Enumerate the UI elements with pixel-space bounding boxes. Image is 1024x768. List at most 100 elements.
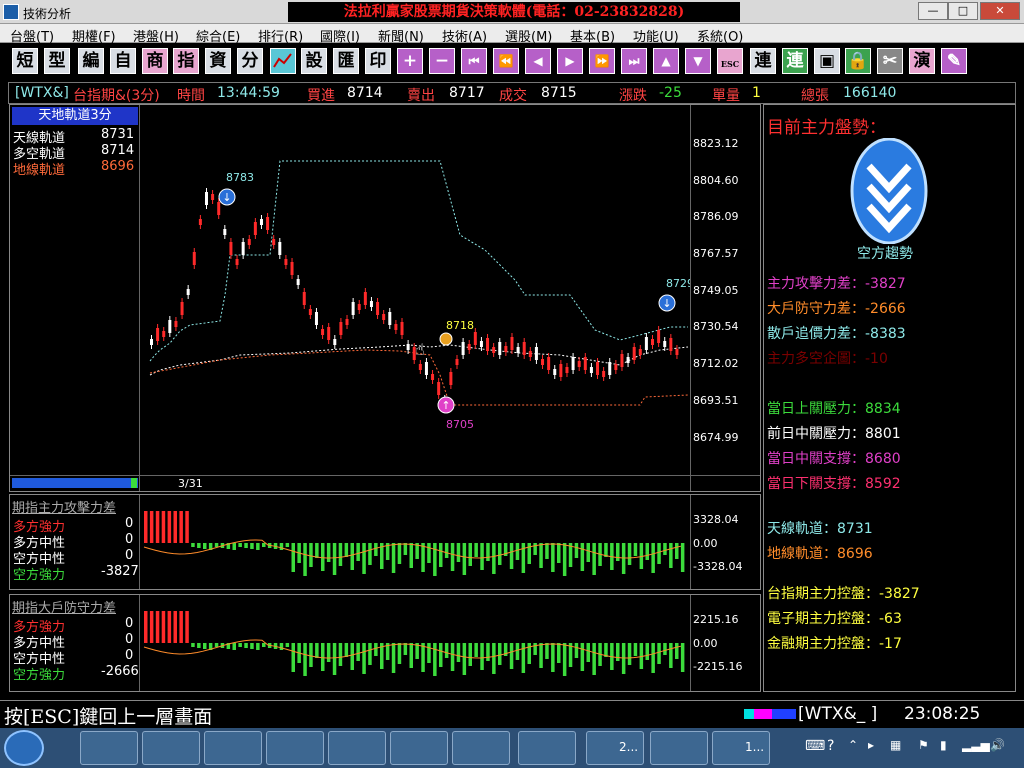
volume-icon[interactable]: 🔊 <box>990 738 1005 752</box>
taskbar-chart-icon[interactable] <box>204 731 262 765</box>
network-icon[interactable]: ▮ <box>940 738 947 752</box>
histogram-bar <box>179 511 183 543</box>
candle-body <box>223 229 227 235</box>
chart-icon[interactable] <box>270 48 296 74</box>
histogram-bar <box>574 643 579 658</box>
histogram-bar <box>616 643 620 661</box>
candle-body <box>363 292 367 305</box>
histogram-bar <box>303 543 307 576</box>
taskbar-chart-icon[interactable] <box>328 731 386 765</box>
main-chart-panel[interactable]: 天地軌道3分 天線軌道 8731 多空軌道 8714 地線軌道 8696 3/31 8… <box>9 104 761 492</box>
close-button[interactable]: ✕ <box>980 2 1020 20</box>
candle-body <box>406 344 410 350</box>
histogram-bar <box>332 643 337 675</box>
track-ground: 地線軌道：8696 <box>767 546 873 562</box>
histogram-bar <box>179 611 183 643</box>
histogram-bar <box>326 543 331 562</box>
candle-body <box>589 367 593 373</box>
toolbar-settings-button[interactable]: 設 <box>301 48 327 74</box>
candlestick-plot[interactable]: ↓ 8783 ↓ 8729 8718 ↑ 8705 ☝ <box>140 105 690 475</box>
candle-body <box>339 322 343 335</box>
candle-body <box>156 328 160 341</box>
taskbar-window-item[interactable]: 2... <box>586 731 644 765</box>
prev-icon[interactable]: ◀ <box>525 48 551 74</box>
toolbar-indicator-button[interactable]: 指 <box>173 48 199 74</box>
taskbar-window-item[interactable]: 1... <box>712 731 770 765</box>
taskbar-folder-icon[interactable] <box>518 731 576 765</box>
toolbar-demo-button[interactable]: 演 <box>909 48 935 74</box>
candle-body <box>162 331 166 337</box>
toolbar-link-button[interactable]: 連 <box>750 48 776 74</box>
esc-button[interactable]: ESC <box>717 48 743 74</box>
help-icon[interactable]: ? <box>827 738 834 754</box>
toolbar-export-button[interactable]: 匯 <box>333 48 359 74</box>
minus-icon[interactable]: − <box>429 48 455 74</box>
maximize-button[interactable]: □ <box>948 2 978 20</box>
plus-icon[interactable]: + <box>397 48 423 74</box>
scroll-thumb[interactable] <box>131 478 137 488</box>
toolbar-split-button[interactable]: 分 <box>237 48 263 74</box>
histogram-bar <box>191 543 195 547</box>
title-bar: 技術分析 法拉利贏家股票期貨決策軟體(電話：02-23832828) — □ ✕ <box>0 0 1024 24</box>
lock-icon[interactable]: 🔒 <box>845 48 871 74</box>
attack-indicator-panel[interactable]: 期指主力攻擊力差 多方強力 0 多方中性 0 空方中性 0 空方強力 -3827 332… <box>9 494 761 590</box>
fast-forward-icon[interactable]: ⏩ <box>589 48 615 74</box>
histogram-bar <box>421 543 425 572</box>
window-icon[interactable]: ▣ <box>814 48 840 74</box>
windows-flag-icon[interactable]: ▦ <box>890 738 901 752</box>
edit-icon[interactable]: ✎ <box>941 48 967 74</box>
toolbar-short-button[interactable]: 短 <box>12 48 38 74</box>
toolbar-print-button[interactable]: 印 <box>365 48 391 74</box>
axis-tick: 8730.54 <box>693 320 739 333</box>
histogram-bar <box>256 643 260 650</box>
candle-body <box>369 301 373 307</box>
toolbar-edit-button[interactable]: 編 <box>78 48 104 74</box>
axis-tick: 8674.99 <box>693 431 739 444</box>
candle-body <box>675 349 679 355</box>
histogram-bar <box>486 643 490 661</box>
up-icon[interactable]: ▲ <box>653 48 679 74</box>
signal-icon[interactable]: ▂▃▅ <box>962 738 990 752</box>
candle-body <box>376 302 380 315</box>
axis-tick: 8804.60 <box>693 174 739 187</box>
taskbar-chart-icon[interactable] <box>266 731 324 765</box>
attack-histogram <box>143 511 685 576</box>
chevron-up-icon[interactable]: ⌃ <box>848 738 858 752</box>
taskbar-chart-icon[interactable] <box>452 731 510 765</box>
toolbar-link-button-2[interactable]: 連 <box>782 48 808 74</box>
defense-row-bear-strong: 空方強力 -2666 <box>13 664 139 683</box>
candle-body <box>290 262 294 275</box>
marker-mid-icon[interactable] <box>439 332 453 346</box>
histogram-bar <box>433 643 437 676</box>
candle-body <box>626 357 630 363</box>
taskbar-window-icon[interactable] <box>650 731 708 765</box>
next-icon[interactable]: ▶ <box>557 48 583 74</box>
arrow-icon[interactable]: ▸ <box>868 738 874 752</box>
toolbar-product-button[interactable]: 商 <box>142 48 168 74</box>
candle-body <box>327 327 331 340</box>
toolbar-data-button[interactable]: 資 <box>205 48 231 74</box>
taskbar-chart-icon[interactable] <box>390 731 448 765</box>
histogram-bar <box>592 543 596 575</box>
level-lower-support: 當日下關支撐：8592 <box>767 476 901 492</box>
taskbar-chart-icon[interactable] <box>142 731 200 765</box>
attack-indicator-title: 期指主力攻擊力差 <box>12 501 117 516</box>
histogram-bar <box>197 543 201 548</box>
start-orb-icon[interactable] <box>4 730 44 766</box>
down-icon[interactable]: ▼ <box>685 48 711 74</box>
defense-indicator-panel[interactable]: 期指大戶防守力差 多方強力 0 多方中性 0 空方中性 0 空方強力 -2666 221… <box>9 594 761 692</box>
toolbar-custom-button[interactable]: 自 <box>110 48 136 74</box>
rewind-icon[interactable]: ⏪ <box>493 48 519 74</box>
toolbar-pattern-button[interactable]: 型 <box>44 48 70 74</box>
flag-icon[interactable]: ⚑ <box>918 738 929 752</box>
histogram-bar <box>486 543 490 561</box>
taskbar-app-icon[interactable] <box>80 731 138 765</box>
histogram-bar <box>368 543 372 565</box>
keyboard-icon[interactable]: ⌨ <box>805 738 825 754</box>
scroll-progress[interactable] <box>12 478 138 488</box>
tools-icon[interactable]: ✂ <box>877 48 903 74</box>
status-clock: 23:08:25 <box>904 704 981 724</box>
minimize-button[interactable]: — <box>918 2 948 20</box>
first-icon[interactable]: ⏮ <box>461 48 487 74</box>
last-icon[interactable]: ⏭ <box>621 48 647 74</box>
